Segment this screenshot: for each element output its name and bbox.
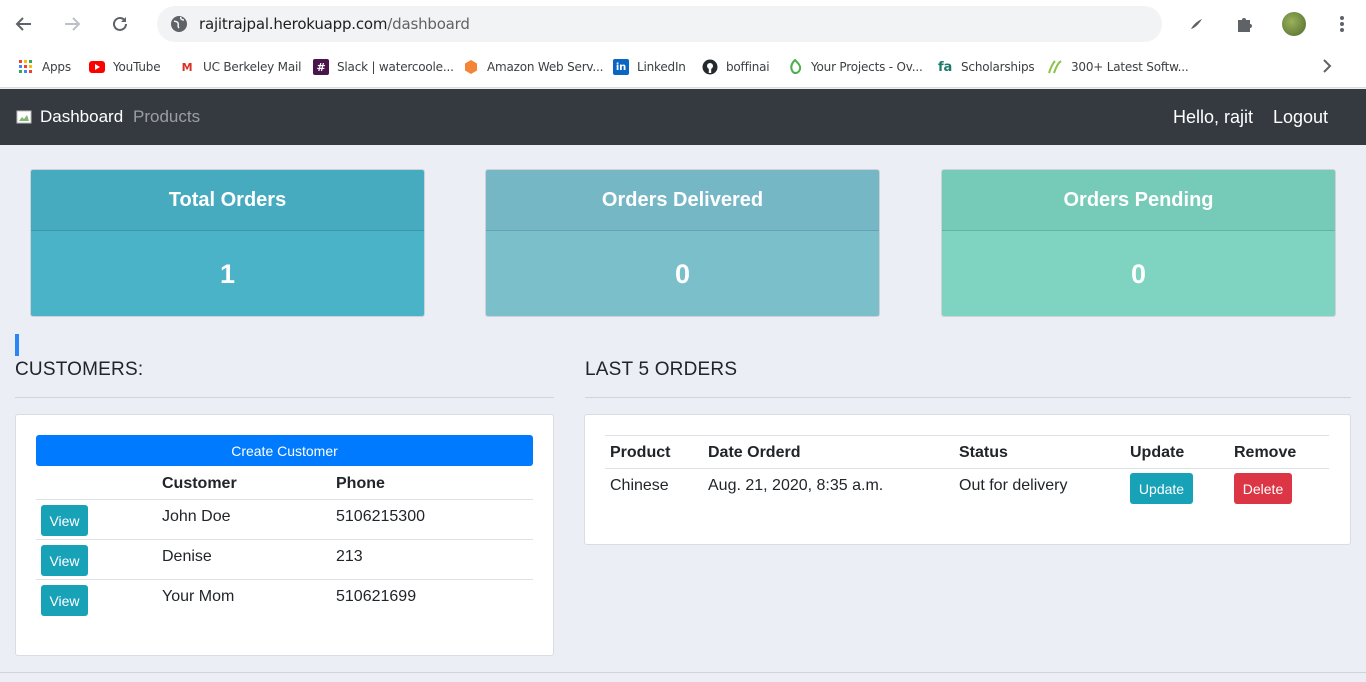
reload-button[interactable] — [106, 10, 134, 38]
stat-value: 0 — [486, 231, 879, 316]
extension-button[interactable] — [1184, 11, 1210, 37]
table-row-divider — [36, 539, 533, 540]
stat-label: Orders Pending — [942, 170, 1335, 231]
customer-name: John Doe — [162, 508, 231, 525]
apps-grid-icon — [18, 59, 34, 75]
orders-col-remove: Remove — [1234, 444, 1297, 461]
puzzle-icon — [1238, 18, 1252, 32]
reload-icon — [113, 16, 127, 31]
order-product: Chinese — [610, 477, 669, 494]
orders-pending-card: Orders Pending 0 — [941, 169, 1336, 317]
bookmark-aws[interactable]: Amazon Web Serv... — [463, 57, 603, 77]
table-row-divider — [605, 468, 1329, 469]
delete-order-button[interactable]: Delete — [1234, 473, 1292, 504]
aws-icon — [463, 59, 479, 75]
total-orders-card: Total Orders 1 — [30, 169, 425, 317]
nav-dashboard-link[interactable]: Dashboard — [40, 107, 123, 127]
more-vertical-icon — [1340, 16, 1344, 32]
profile-avatar[interactable] — [1282, 12, 1306, 36]
orders-col-date: Date Orderd — [708, 444, 801, 461]
browser-menu-button[interactable] — [1329, 11, 1355, 37]
forward-button[interactable] — [58, 10, 86, 38]
slack-icon: # — [313, 59, 329, 75]
view-customer-button[interactable]: View — [41, 505, 88, 536]
view-customer-button[interactable]: View — [41, 545, 88, 576]
customers-title: CUSTOMERS: — [15, 359, 144, 380]
nav-products-link[interactable]: Products — [133, 107, 200, 127]
bookmark-boffinai[interactable]: boffinai — [702, 57, 770, 77]
address-bar[interactable]: rajitrajpal.herokuapp.com/dashboard — [157, 6, 1162, 42]
section-marker — [15, 334, 19, 356]
customers-col-phone: Phone — [336, 475, 385, 492]
orders-col-product: Product — [610, 444, 671, 461]
customer-phone: 213 — [336, 548, 363, 565]
bookmark-berkeley-mail[interactable]: M UC Berkeley Mail — [179, 57, 302, 77]
orders-delivered-card: Orders Delivered 0 — [485, 169, 880, 317]
extensions-menu-button[interactable] — [1232, 11, 1258, 37]
leaf-icon — [787, 59, 803, 75]
orders-col-update: Update — [1130, 444, 1185, 461]
bookmark-scholarships[interactable]: fa Scholarships — [937, 57, 1035, 77]
arrow-left-icon — [15, 17, 31, 31]
table-row-divider — [36, 579, 533, 580]
stat-label: Total Orders — [31, 170, 424, 231]
order-date: Aug. 21, 2020, 8:35 a.m. — [708, 477, 884, 494]
customers-col-customer: Customer — [162, 475, 237, 492]
stat-value: 1 — [31, 231, 424, 316]
app-navbar: Dashboard Products Hello, rajit Logout — [0, 89, 1366, 145]
customers-divider — [15, 397, 554, 398]
script-icon — [1047, 59, 1063, 75]
chevron-right-icon[interactable] — [1318, 57, 1336, 75]
orders-title: LAST 5 ORDERS — [585, 359, 738, 380]
bookmark-latest-software[interactable]: 300+ Latest Softw... — [1047, 57, 1189, 77]
bookmark-apps[interactable]: Apps — [18, 57, 71, 77]
create-customer-button[interactable]: Create Customer — [36, 435, 533, 466]
youtube-icon — [89, 59, 105, 75]
broken-image-icon — [16, 110, 32, 124]
bookmark-your-projects[interactable]: Your Projects - Ov... — [787, 57, 923, 77]
orders-divider — [585, 397, 1351, 398]
orders-col-status: Status — [959, 444, 1008, 461]
globe-icon — [171, 16, 187, 32]
customer-name: Your Mom — [162, 588, 235, 605]
stat-value: 0 — [942, 231, 1335, 316]
arrow-right-icon — [65, 17, 81, 31]
customer-phone: 510621699 — [336, 588, 417, 605]
bookmark-linkedin[interactable]: in LinkedIn — [613, 57, 686, 77]
view-customer-button[interactable]: View — [41, 585, 88, 616]
gmail-icon: M — [181, 60, 193, 74]
github-icon — [702, 59, 718, 75]
browser-toolbar: rajitrajpal.herokuapp.com/dashboard — [0, 0, 1366, 48]
url-text: rajitrajpal.herokuapp.com/dashboard — [199, 15, 470, 33]
back-button[interactable] — [10, 10, 38, 38]
order-status: Out for delivery — [959, 477, 1068, 494]
bookmark-youtube[interactable]: YouTube — [89, 57, 161, 77]
feather-icon — [1191, 19, 1202, 29]
table-top-border — [605, 435, 1329, 436]
footer-divider — [0, 672, 1366, 673]
fa-icon: fa — [937, 59, 953, 75]
update-order-button[interactable]: Update — [1130, 473, 1193, 504]
customer-phone: 5106215300 — [336, 508, 425, 525]
customer-name: Denise — [162, 548, 212, 565]
table-row-divider — [36, 499, 533, 500]
stat-label: Orders Delivered — [486, 170, 879, 231]
logout-link[interactable]: Logout — [1273, 107, 1328, 128]
linkedin-icon: in — [613, 59, 629, 75]
bookmarks-bar: Apps YouTube M UC Berkeley Mail # Slack … — [0, 48, 1366, 88]
user-greeting: Hello, rajit — [1173, 107, 1254, 127]
bookmark-slack[interactable]: # Slack | watercoole... — [313, 57, 454, 77]
